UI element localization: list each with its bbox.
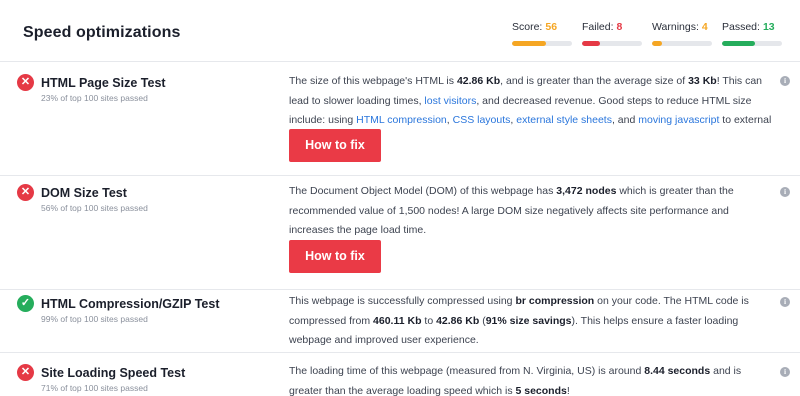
test-subtitle: 99% of top 100 sites passed — [41, 314, 148, 324]
desc-highlight: 42.86 Kb — [436, 314, 480, 327]
info-icon[interactable]: i — [780, 187, 790, 197]
desc-text: , and — [611, 114, 639, 126]
warnings-label: Warnings: — [652, 21, 699, 33]
warnings-stat: Warnings: 4 — [652, 21, 708, 33]
desc-highlight: 3,472 nodes — [556, 185, 617, 197]
pass-status-icon: ✓ — [17, 295, 34, 312]
score-value: 56 — [545, 21, 558, 33]
test-title: HTML Compression/GZIP Test — [41, 297, 220, 311]
desc-link[interactable]: HTML compression — [356, 114, 447, 126]
fail-status-icon: ✕ — [17, 74, 34, 91]
desc-text: This webpage is successfully compressed … — [289, 295, 516, 307]
desc-text: The Document Object Model (DOM) of this … — [289, 185, 557, 197]
desc-highlight: 91% size savings — [485, 314, 572, 327]
test-row-site-loading-speed: ✕ Site Loading Speed Test 71% of top 100… — [0, 353, 800, 396]
score-bar — [512, 41, 572, 46]
desc-highlight: 5 seconds — [515, 384, 567, 396]
score-stat: Score: 56 — [512, 21, 557, 33]
test-description: The Document Object Model (DOM) of this … — [289, 182, 773, 241]
how-to-fix-button[interactable]: How to fix — [289, 129, 381, 162]
test-row-html-compression: ✓ HTML Compression/GZIP Test 99% of top … — [0, 290, 800, 353]
desc-text: , and is greater than the average size o… — [500, 75, 689, 87]
page-title: Speed optimizations — [23, 24, 181, 41]
test-row-dom-size: ✕ DOM Size Test 56% of top 100 sites pas… — [0, 176, 800, 290]
desc-link[interactable]: lost visitors — [424, 95, 476, 107]
fail-status-icon: ✕ — [17, 184, 34, 201]
how-to-fix-button[interactable]: How to fix — [289, 240, 381, 273]
test-subtitle: 71% of top 100 sites passed — [41, 383, 148, 393]
info-icon[interactable]: i — [780, 297, 790, 307]
fail-status-icon: ✕ — [17, 364, 34, 381]
score-bar-fill — [512, 41, 546, 46]
passed-bar-fill — [722, 41, 755, 46]
info-icon[interactable]: i — [780, 367, 790, 377]
passed-label: Passed: — [722, 21, 760, 33]
failed-bar-fill — [582, 41, 600, 46]
test-description: This webpage is successfully compressed … — [289, 292, 773, 351]
desc-link[interactable]: external style sheets — [516, 114, 612, 126]
warnings-bar — [652, 41, 712, 46]
warnings-value: 4 — [701, 21, 708, 33]
desc-text: to — [421, 314, 437, 327]
desc-highlight: 33 Kb — [688, 75, 717, 87]
test-description: The loading time of this webpage (measur… — [289, 362, 773, 396]
failed-bar — [582, 41, 642, 46]
desc-link[interactable]: CSS layouts — [453, 114, 511, 126]
desc-text: ! — [566, 384, 570, 396]
failed-value: 8 — [616, 21, 623, 33]
info-icon[interactable]: i — [780, 76, 790, 86]
section-header: Speed optimizations Score: 56 Failed: 8 Wa… — [0, 0, 800, 62]
test-row-html-page-size: ✕ HTML Page Size Test 23% of top 100 sit… — [0, 62, 800, 176]
passed-value: 13 — [762, 21, 775, 33]
test-subtitle: 56% of top 100 sites passed — [41, 203, 148, 213]
failed-label: Failed: — [582, 21, 614, 33]
desc-text: The loading time of this webpage (measur… — [289, 365, 645, 377]
warnings-bar-fill — [652, 41, 662, 46]
desc-link[interactable]: moving javascript — [638, 114, 719, 126]
score-label: Score: — [512, 21, 543, 33]
passed-stat: Passed: 13 — [722, 21, 775, 33]
desc-highlight: 42.86 Kb — [456, 75, 501, 87]
test-title: Site Loading Speed Test — [41, 366, 186, 380]
test-subtitle: 23% of top 100 sites passed — [41, 93, 148, 103]
desc-highlight: 460.11 Kb — [373, 314, 422, 327]
desc-text: The size of this webpage's HTML is — [289, 75, 457, 87]
failed-stat: Failed: 8 — [582, 21, 622, 33]
desc-highlight: br compression — [515, 295, 595, 307]
desc-highlight: 8.44 seconds — [644, 365, 711, 377]
passed-bar — [722, 41, 782, 46]
test-title: HTML Page Size Test — [41, 76, 166, 90]
test-title: DOM Size Test — [41, 186, 127, 200]
